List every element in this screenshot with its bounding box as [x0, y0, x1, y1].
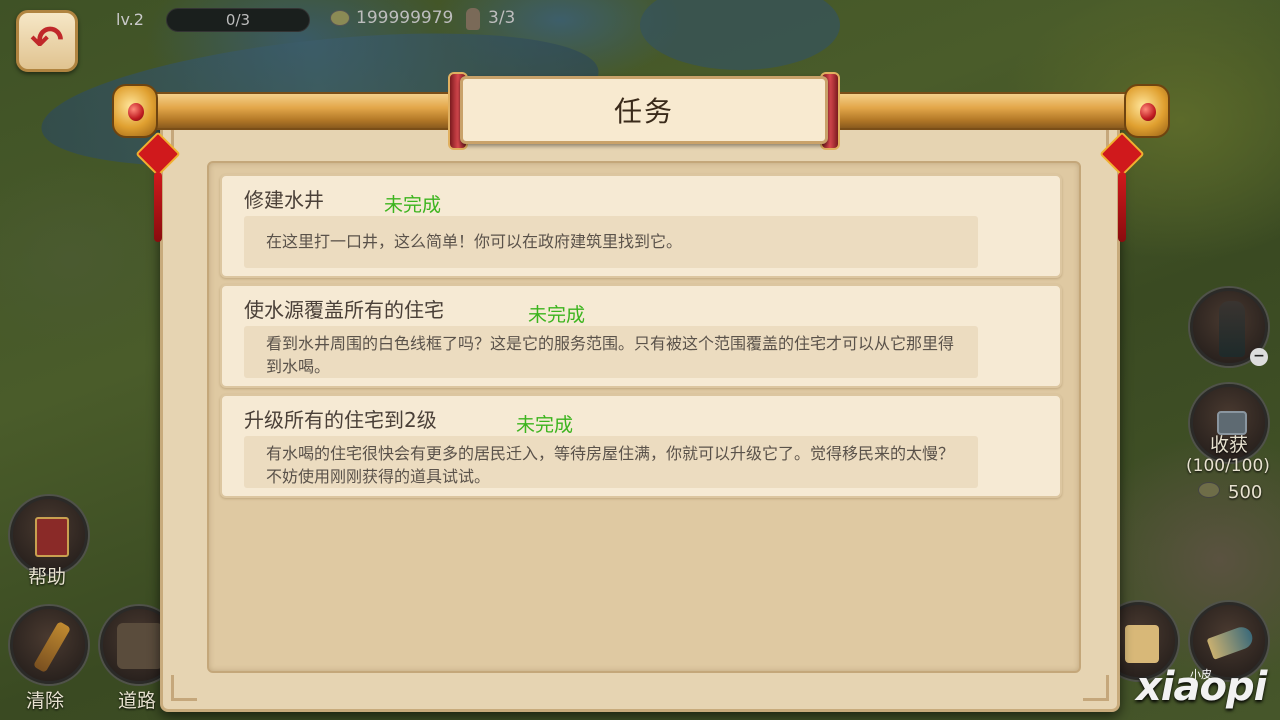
dialog-title: 任务	[613, 95, 674, 128]
chinese-knot-icon	[135, 131, 181, 248]
ruby-icon	[128, 103, 144, 121]
task-card[interactable]: 使水源覆盖所有的住宅 未完成 看到水井周围的白色线框了吗？这是它的服务范围。只有…	[220, 284, 1062, 388]
chinese-knot-icon	[1099, 131, 1145, 248]
advisor-icon	[1219, 301, 1245, 357]
back-button[interactable]: ↶	[16, 10, 78, 72]
population-count: 3/3	[488, 8, 516, 28]
task-progress-bar: 0/3	[166, 8, 310, 32]
harvest-label: 收获	[1210, 434, 1249, 456]
horn-icon	[1206, 624, 1256, 660]
rod-cap-right	[1124, 84, 1170, 138]
panel-corner-ornament	[1083, 675, 1109, 701]
task-name: 修建水井	[244, 188, 324, 212]
top-hud: lv.2 0/3 199999979 3/3	[0, 0, 640, 40]
level-label: lv.2	[116, 10, 144, 29]
road-icon	[117, 623, 163, 669]
task-description: 在这里打一口井，这么简单！你可以在政府建筑里找到它。	[244, 216, 978, 268]
road-label: 道路	[118, 690, 157, 712]
rod-cap-left	[112, 84, 158, 138]
dialog-title-plate: 任务	[460, 76, 828, 144]
task-status: 未完成	[516, 414, 574, 436]
shovel-icon	[32, 620, 72, 674]
task-card[interactable]: 修建水井 未完成 在这里打一口井，这么简单！你可以在政府建筑里找到它。	[220, 174, 1062, 278]
harvest-coins: 500	[1228, 482, 1263, 503]
harvest-count: (100/100)	[1186, 456, 1270, 476]
gold-amount: 199999979	[356, 8, 454, 28]
panel-corner-ornament	[171, 675, 197, 701]
population-icon	[466, 8, 480, 30]
scroll-icon	[1125, 625, 1159, 663]
clear-label: 清除	[26, 690, 65, 712]
clear-button[interactable]	[10, 606, 88, 684]
coin-icon	[330, 10, 350, 26]
task-status: 未完成	[528, 304, 586, 326]
map-river	[640, 0, 840, 70]
watermark-small: 小皮	[1190, 668, 1212, 681]
task-status: 未完成	[384, 194, 442, 216]
task-name: 升级所有的住宅到2级	[244, 408, 437, 432]
help-label: 帮助	[28, 566, 67, 588]
task-description: 有水喝的住宅很快会有更多的居民迁入，等待房屋住满，你就可以升级它了。觉得移民来的…	[244, 436, 978, 488]
coin-icon	[1198, 482, 1220, 498]
back-arrow-icon: ↶	[30, 18, 64, 64]
task-card[interactable]: 升级所有的住宅到2级 未完成 有水喝的住宅很快会有更多的居民迁入，等待房屋住满，…	[220, 394, 1062, 498]
book-icon	[35, 517, 69, 557]
task-description: 看到水井周围的白色线框了吗？这是它的服务范围。只有被这个范围覆盖的住宅才可以从它…	[244, 326, 978, 378]
ruby-icon	[1140, 103, 1156, 121]
task-name: 使水源覆盖所有的住宅	[244, 298, 444, 322]
minus-icon[interactable]: −	[1250, 348, 1268, 366]
task-progress-text: 0/3	[225, 11, 251, 29]
